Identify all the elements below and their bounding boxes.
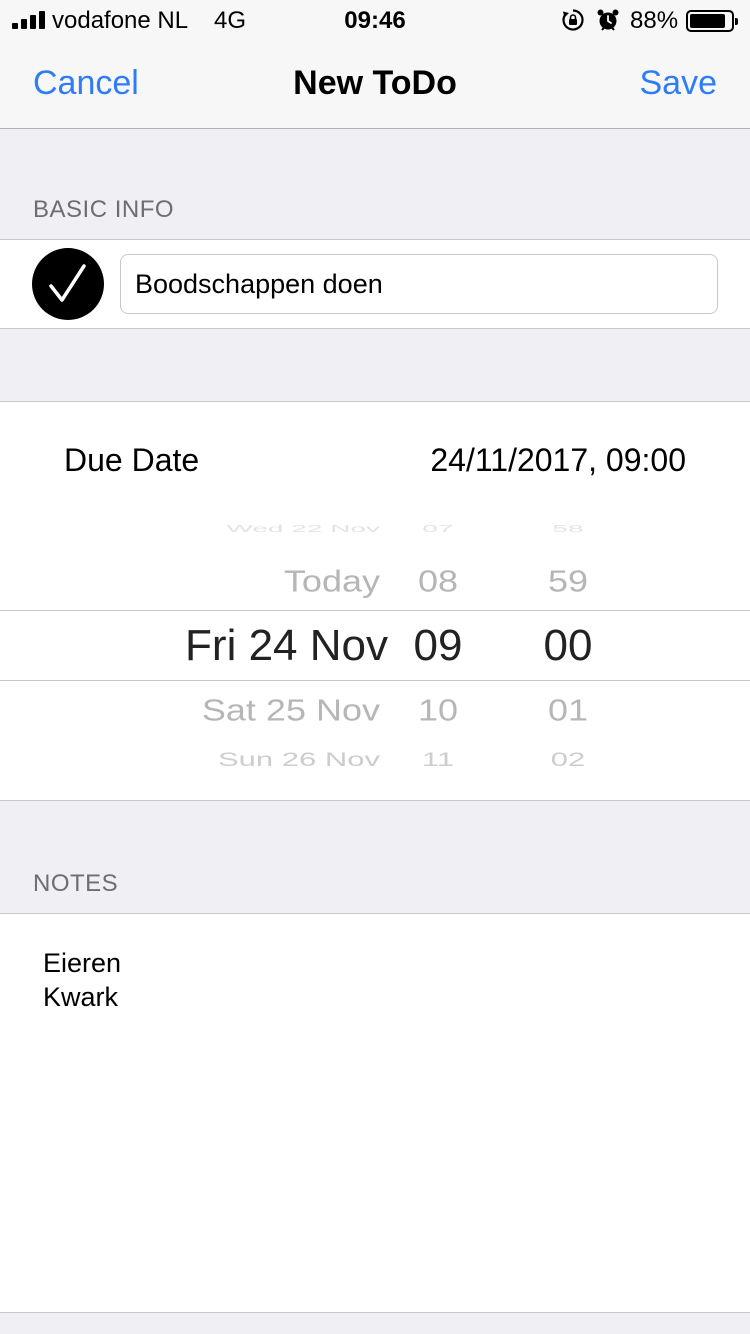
status-bar: vodafone NL 4G 09:46 88% <box>0 0 750 40</box>
picker-minute-option[interactable]: 02 <box>508 749 628 771</box>
notes-line: Kwark <box>43 982 119 1012</box>
save-button[interactable]: Save <box>640 64 718 103</box>
picker-minute-option[interactable]: 59 <box>508 563 628 599</box>
basic-info-row: Boodschappen doen <box>0 239 750 329</box>
picker-selection-bottom-line <box>0 680 750 681</box>
due-date-label: Due Date <box>64 442 200 478</box>
picker-hour-option[interactable]: 10 <box>378 692 498 728</box>
due-date-section: Due Date 24/11/2017, 09:00 Wed 22 Nov 07… <box>0 401 750 801</box>
section-header-notes: NOTES <box>33 870 119 897</box>
picker-date-option[interactable]: Sat 25 Nov <box>0 692 380 728</box>
picker-date-option[interactable]: Wed 22 Nov <box>0 523 380 534</box>
due-date-value[interactable]: 24/11/2017, 09:00 <box>430 442 686 479</box>
orientation-lock-icon <box>562 9 584 31</box>
picker-minute-option[interactable]: 58 <box>508 523 628 534</box>
picker-minute-option[interactable]: 01 <box>508 692 628 728</box>
picker-selection-top-line <box>0 610 750 611</box>
notes-textarea[interactable]: Eieren Kwark <box>0 913 750 1313</box>
todo-title-input[interactable]: Boodschappen doen <box>120 254 718 314</box>
alarm-clock-icon <box>597 9 619 31</box>
picker-hour-option[interactable]: 07 <box>378 523 498 534</box>
picker-hour-selected[interactable]: 09 <box>378 621 498 671</box>
battery-icon <box>686 10 738 32</box>
navigation-bar: Cancel New ToDo Save <box>0 40 750 129</box>
picker-hour-option[interactable]: 08 <box>378 563 498 599</box>
picker-hour-option[interactable]: 11 <box>378 749 498 771</box>
picker-date-option[interactable]: Sun 26 Nov <box>0 749 380 771</box>
battery-percent: 88% <box>630 7 679 34</box>
completed-toggle[interactable] <box>32 248 104 320</box>
picker-minute-selected[interactable]: 00 <box>508 621 628 671</box>
picker-date-selected[interactable]: Fri 24 Nov <box>8 621 388 671</box>
section-header-basic-info: BASIC INFO <box>33 196 175 223</box>
page-title: New ToDo <box>293 64 457 102</box>
notes-line: Eieren <box>43 948 122 978</box>
checkmark-icon <box>49 264 86 302</box>
picker-date-option[interactable]: Today <box>0 563 380 599</box>
